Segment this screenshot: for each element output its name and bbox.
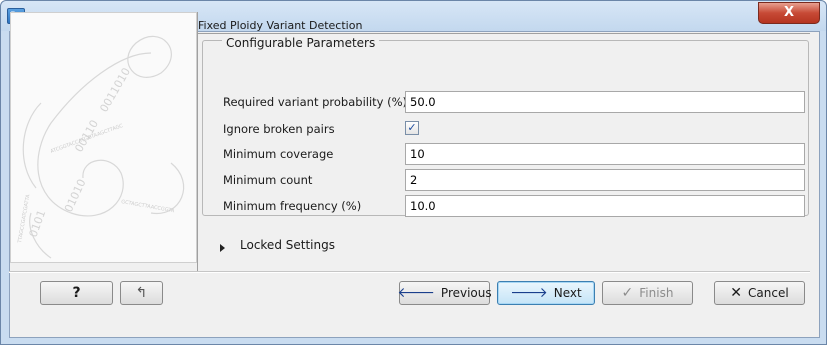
svg-text:0101: 0101 <box>27 208 49 239</box>
finish-label: Finish <box>639 286 674 300</box>
question-icon: ? <box>72 285 81 301</box>
panel-title: Fixed Ploidy Variant Detection <box>198 19 363 32</box>
next-label: Next <box>553 286 582 300</box>
help-button[interactable]: ? <box>40 281 113 305</box>
cancel-label: Cancel <box>748 286 789 300</box>
min-count-input[interactable] <box>405 169 805 191</box>
close-button[interactable]: X <box>758 2 820 24</box>
min-frequency-label: Minimum frequency (%) <box>223 199 362 213</box>
reset-arrow-icon: ↰ <box>135 285 148 301</box>
triangle-right-icon[interactable] <box>220 244 225 252</box>
previous-button[interactable]: 🡐 Previous <box>397 281 492 305</box>
svg-text:GCTAGCTTAACCGGTA: GCTAGCTTAACCGGTA <box>121 199 176 214</box>
footer-divider-highlight <box>9 272 810 273</box>
x-icon: ✕ <box>730 285 743 301</box>
title-rule <box>198 33 810 34</box>
finish-button[interactable]: ✓ Finish <box>602 281 693 305</box>
close-icon: X <box>783 5 795 20</box>
arrow-right-icon: 🡒 <box>510 285 548 301</box>
variant-probability-label: Required variant probability (%) <box>223 95 408 109</box>
wizard-banner: 0011010 00110 01010 0101 ATCGGTACCATGGTA… <box>10 12 197 263</box>
min-count-label: Minimum count <box>223 173 313 187</box>
dna-spiral-graphic: 0011010 00110 01010 0101 ATCGGTACCATGGTA… <box>17 35 185 259</box>
svg-text:01010: 01010 <box>62 177 89 214</box>
ignore-broken-pairs-checkbox[interactable]: ✓ <box>405 121 419 135</box>
min-coverage-input[interactable] <box>405 143 805 165</box>
banner-divider <box>197 12 198 271</box>
next-button[interactable]: 🡒 Next <box>497 281 595 305</box>
ignore-broken-pairs-label: Ignore broken pairs <box>223 122 335 136</box>
variant-probability-input[interactable] <box>405 91 805 113</box>
checkmark-icon: ✓ <box>407 121 417 134</box>
locked-settings-toggle[interactable]: Locked Settings <box>240 238 335 252</box>
cancel-button[interactable]: ✕ Cancel <box>714 281 805 305</box>
min-coverage-label: Minimum coverage <box>223 147 334 161</box>
svg-text:0011010: 0011010 <box>97 66 133 115</box>
previous-label: Previous <box>440 286 492 300</box>
check-icon: ✓ <box>621 285 634 301</box>
min-frequency-input[interactable] <box>405 195 805 217</box>
group-title: Configurable Parameters <box>222 36 380 50</box>
arrow-left-icon: 🡐 <box>397 285 435 301</box>
reset-button[interactable]: ↰ <box>120 281 163 305</box>
